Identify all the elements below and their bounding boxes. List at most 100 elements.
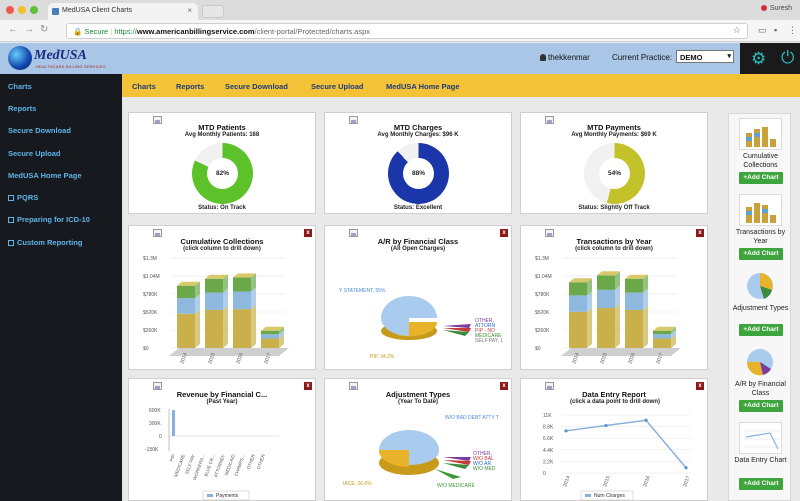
add-chart-button[interactable]: +Add Chart xyxy=(739,324,783,336)
globe-icon xyxy=(8,46,32,70)
add-chart-button[interactable]: +Add Chart xyxy=(739,248,783,260)
sidebar-item-custom-reporting[interactable]: Custom Reporting xyxy=(8,238,82,247)
tab-title: MedUSA Client Charts xyxy=(62,7,133,14)
y-tick-label: 2.2K xyxy=(543,459,554,465)
bar-segment xyxy=(569,282,587,296)
back-icon[interactable]: ← xyxy=(8,24,18,35)
close-icon[interactable]: x xyxy=(304,229,312,237)
legend-label: Payments xyxy=(216,493,239,499)
kpi-value: 54% xyxy=(599,158,630,189)
add-chart-button[interactable]: +Add Chart xyxy=(739,478,783,490)
forward-icon[interactable]: → xyxy=(24,24,34,35)
sidebar-item-reports[interactable]: Reports xyxy=(8,104,36,113)
sidebar-item-charts[interactable]: Charts xyxy=(8,82,32,91)
chart-toggle-icon[interactable] xyxy=(349,382,358,390)
logo-tagline: HEALTHCARE BILLING SERVICES xyxy=(36,64,106,69)
chart-toggle-icon[interactable] xyxy=(153,229,162,237)
bar-side xyxy=(615,304,620,348)
close-icon[interactable]: x xyxy=(500,229,508,237)
bookmark-star-icon[interactable]: ☆ xyxy=(733,25,741,36)
browser-user[interactable]: Suresh xyxy=(761,5,792,12)
data-point xyxy=(604,423,608,428)
y-tick-label: $260K xyxy=(143,328,158,334)
bar-segment xyxy=(177,298,195,314)
power-icon[interactable]: ⏻ xyxy=(781,49,798,66)
menu-item-medusa-home[interactable]: MedUSA Home Page xyxy=(386,82,460,91)
bar-segment xyxy=(625,278,643,293)
bar-segment xyxy=(261,330,279,335)
gear-icon[interactable]: ⚙ xyxy=(751,50,768,67)
minimize-window-button[interactable] xyxy=(18,6,26,14)
medusa-logo[interactable]: MedUSA HEALTHCARE BILLING SERVICES xyxy=(8,45,118,73)
add-chart-button[interactable]: +Add Chart xyxy=(739,172,783,184)
practice-select[interactable]: DEMO ▾ xyxy=(676,50,734,63)
maximize-window-button[interactable] xyxy=(30,6,38,14)
add-chart-button[interactable]: +Add Chart xyxy=(739,400,783,412)
y-tick-label: $260K xyxy=(535,328,550,334)
browser-tab[interactable]: MedUSA Client Charts × xyxy=(48,3,198,20)
data-entry-chart: 11K 8.8K 6.6K 4.4K 2.2K 0 2014 2015 2016 2017 Nu… xyxy=(543,413,692,501)
y-tick-label: $780K xyxy=(535,292,550,298)
close-window-button[interactable] xyxy=(6,6,14,14)
box-icon xyxy=(8,195,14,201)
url-scheme: https:// xyxy=(114,27,137,36)
menu-item-charts[interactable]: Charts xyxy=(132,82,156,91)
close-icon[interactable]: x xyxy=(696,229,704,237)
y-tick-label: 4.4K xyxy=(543,448,554,454)
practice-value: DEMO xyxy=(680,53,703,62)
address-bar: ← → ↻ 🔒 Secure | https://www.americanbil… xyxy=(0,20,800,42)
sidebar-item-secure-upload[interactable]: Secure Upload xyxy=(8,149,61,158)
menu-item-secure-upload[interactable]: Secure Upload xyxy=(311,82,364,91)
legend-swatch xyxy=(585,494,591,497)
chart-toggle-icon[interactable] xyxy=(349,229,358,237)
close-icon[interactable]: x xyxy=(696,382,704,390)
kpi-status: Status: Excellent xyxy=(393,205,443,211)
new-tab-button[interactable] xyxy=(202,5,224,18)
menu-item-reports[interactable]: Reports xyxy=(176,82,204,91)
transactions-chart: $1.3M$1.04M$780K$520K$260K$0 2014 2015 201… xyxy=(535,256,681,365)
bar-segment xyxy=(261,334,279,339)
chart-toggle-icon[interactable] xyxy=(545,229,554,237)
data-entry-report-panel[interactable]: x Data Entry Report (click a data point … xyxy=(520,378,708,501)
chart-toggle-icon[interactable] xyxy=(153,382,162,390)
bar-segment xyxy=(653,338,671,348)
cast-icon[interactable]: ▭ xyxy=(758,25,767,36)
menu-dots-icon[interactable]: ⋮ xyxy=(788,25,797,36)
header-icon-bar: ⚙ ⏻ xyxy=(740,43,800,74)
pie-slice xyxy=(379,430,439,450)
ar-financial-class-panel[interactable]: x A/R by Financial Class (All Open Charg… xyxy=(324,225,512,370)
sidebar-item-medusa-home[interactable]: MedUSA Home Page xyxy=(8,171,82,180)
kpi-patients-panel[interactable]: MTD Patients Avg Monthly Patients: 168 8… xyxy=(128,112,316,214)
sidebar-item-secure-download[interactable]: Secure Download xyxy=(8,126,71,135)
kpi-payments-panel[interactable]: MTD Payments Avg Monthly Payments: $69 K… xyxy=(520,112,708,214)
kpi-subtitle: Avg Monthly Patients: 168 xyxy=(184,132,260,138)
sidebar-item-pqrs[interactable]: PQRS xyxy=(8,193,38,202)
browser-tabbar: MedUSA Client Charts × Suresh xyxy=(0,0,800,20)
chart-toggle-icon[interactable] xyxy=(545,382,554,390)
adjustment-types-panel[interactable]: x Adjustment Types (Year To Date) W/O BA… xyxy=(324,378,512,501)
url-path: /client-portal/Protected/charts.aspx xyxy=(254,27,371,36)
bar-segment xyxy=(205,309,223,348)
x-tick-label: 2016 xyxy=(642,475,652,488)
cumulative-collections-panel[interactable]: x Cumulative Collections (click column t… xyxy=(128,225,316,370)
bar-segment xyxy=(625,309,643,348)
kpi-title: MTD Payments xyxy=(587,123,641,132)
kpi-title: MTD Charges xyxy=(393,123,443,132)
username[interactable]: thekkenmar xyxy=(540,53,590,62)
kpi-donut: 88% xyxy=(388,143,449,204)
close-icon[interactable]: x xyxy=(304,382,312,390)
url-input[interactable]: 🔒 Secure | https://www.americanbillingse… xyxy=(66,23,748,39)
menu-item-secure-download[interactable]: Secure Download xyxy=(225,82,288,91)
close-icon[interactable]: x xyxy=(500,382,508,390)
adjustment-thumbnail xyxy=(739,270,782,302)
revenue-financial-class-panel[interactable]: x Revenue by Financial C... (Past Year) … xyxy=(128,378,316,501)
reload-icon[interactable]: ↻ xyxy=(40,24,48,35)
close-tab-icon[interactable]: × xyxy=(187,6,192,15)
transactions-by-year-panel[interactable]: x Transactions by Year (click column to … xyxy=(520,225,708,370)
sidebar-item-icd10[interactable]: Preparing for ICD-10 xyxy=(8,215,90,224)
kpi-charges-panel[interactable]: MTD Charges Avg Monthly Charges: $96 K 8… xyxy=(324,112,512,214)
chart-title: Data Entry Report xyxy=(582,390,646,399)
extension-icon[interactable]: ▪ xyxy=(774,25,777,35)
sidebar: Charts Reports Secure Download Secure Up… xyxy=(0,74,122,501)
pie-label: SELF PAY, 1 xyxy=(475,338,503,344)
